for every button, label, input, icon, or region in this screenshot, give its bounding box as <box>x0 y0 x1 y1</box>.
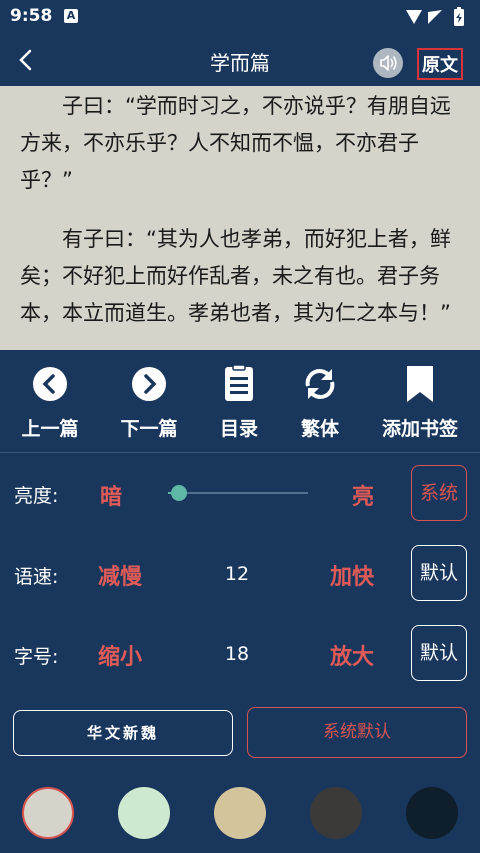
theme-swatch-5[interactable] <box>406 787 458 839</box>
font-size-label: 字号: <box>14 646 59 668</box>
brightness-slider-track[interactable] <box>168 492 308 494</box>
catalog-button[interactable]: 目录 <box>194 364 284 441</box>
theme-swatch-3[interactable] <box>214 787 266 839</box>
list-document-icon <box>225 365 253 401</box>
add-bookmark-button[interactable]: 添加书签 <box>375 364 465 441</box>
prev-chapter-button[interactable]: 上一篇 <box>5 364 95 441</box>
font-system-button[interactable]: 系统默认 <box>247 707 467 758</box>
font-huawen-button[interactable]: 华文新魏 <box>13 710 233 756</box>
battery-icon <box>454 7 464 26</box>
status-bar: 9:58 A <box>0 0 480 34</box>
speaker-icon <box>380 55 397 71</box>
original-text-button[interactable]: 原文 <box>417 48 463 80</box>
brightness-slider-thumb[interactable] <box>171 485 188 501</box>
prev-chapter-label: 上一篇 <box>21 418 79 440</box>
reading-area[interactable]: 子曰：“学而时习之，不亦说乎？有朋自远方来，不亦乐乎？人不知而不愠，不亦君子乎？… <box>0 86 480 350</box>
theme-swatch-4[interactable] <box>310 787 362 839</box>
refresh-icon <box>305 369 335 399</box>
speed-faster-button[interactable]: 加快 <box>330 559 374 591</box>
divider <box>0 452 480 453</box>
brightness-system-button[interactable]: 系统 <box>411 465 467 521</box>
speed-value: 12 <box>224 563 250 585</box>
read-aloud-button[interactable] <box>373 48 403 78</box>
font-smaller-button[interactable]: 缩小 <box>98 639 142 671</box>
theme-swatch-1[interactable] <box>22 787 74 839</box>
theme-swatch-2[interactable] <box>118 787 170 839</box>
brightness-dark-label: 暗 <box>100 485 123 510</box>
brightness-label: 亮度: <box>14 485 59 507</box>
font-default-button[interactable]: 默认 <box>411 625 467 681</box>
chevron-right-circle-icon <box>132 367 166 401</box>
page-title: 学而篇 <box>210 51 270 75</box>
speed-slower-button[interactable]: 减慢 <box>98 559 142 591</box>
font-bigger-button[interactable]: 放大 <box>330 639 374 671</box>
reader-toolbar: 上一篇 下一篇 目录 繁体 添加书签 <box>0 350 480 453</box>
status-icons <box>404 6 470 32</box>
next-chapter-button[interactable]: 下一篇 <box>104 364 194 441</box>
brightness-bright-label: 亮 <box>352 485 375 510</box>
wifi-icon <box>428 10 442 24</box>
speed-default-button[interactable]: 默认 <box>411 545 467 601</box>
next-chapter-label: 下一篇 <box>120 418 178 440</box>
paragraph-2: 有子曰：“其为人也孝弟，而好犯上者，鲜矣；不好犯上而好作乱者，未之有也。君子务本… <box>20 227 451 325</box>
font-size-value: 18 <box>224 643 250 665</box>
speed-label: 语速: <box>14 566 59 588</box>
clock: 9:58 <box>10 6 53 26</box>
notification-a-icon: A <box>64 9 78 23</box>
app-header: 学而篇 <box>0 34 480 86</box>
add-bookmark-label: 添加书签 <box>381 418 458 440</box>
chevron-left-circle-icon <box>33 367 67 401</box>
catalog-label: 目录 <box>219 418 258 440</box>
traditional-chinese-button[interactable]: 繁体 <box>275 364 365 441</box>
bookmark-icon <box>407 366 433 402</box>
traditional-label: 繁体 <box>300 418 339 440</box>
signal-icon <box>406 10 422 24</box>
paragraph-1: 子曰：“学而时习之，不亦说乎？有朋自远方来，不亦乐乎？人不知而不愠，不亦君子乎？… <box>20 94 451 192</box>
